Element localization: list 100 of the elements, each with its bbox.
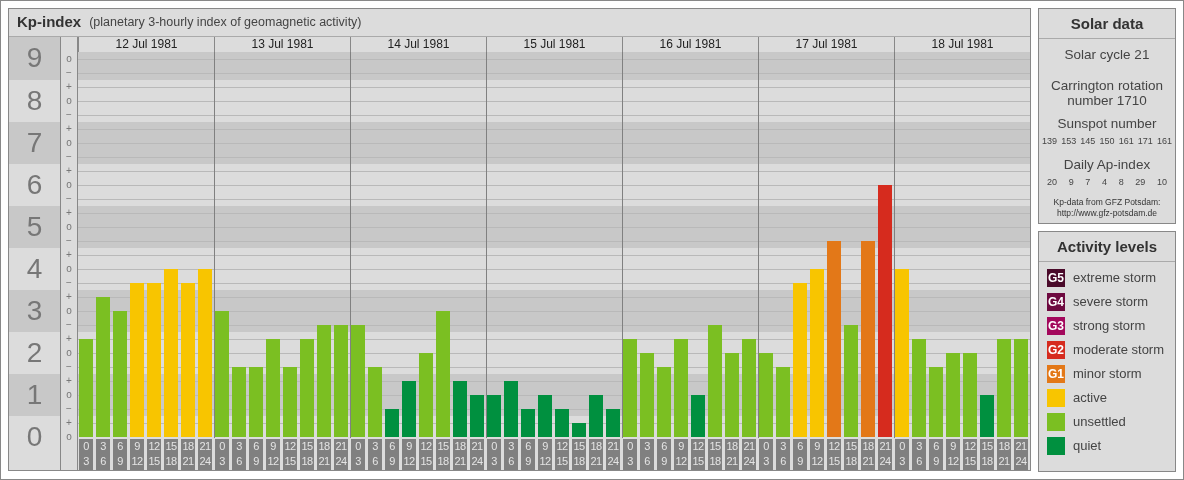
hour-label: 0 3 — [759, 439, 773, 470]
kp-bar — [402, 381, 416, 437]
kp-bar — [487, 395, 501, 437]
hour-label: 3 6 — [640, 439, 654, 470]
level-label: extreme storm — [1073, 269, 1157, 288]
level-swatch: G4 — [1047, 293, 1065, 311]
scale-number: 4 — [26, 253, 43, 284]
level-label: active — [1073, 389, 1107, 408]
hour-label: 18 21 — [725, 439, 739, 470]
scale-mark: o — [66, 305, 72, 316]
scale-mark: − — [66, 151, 72, 162]
hour-label: 12 15 — [147, 439, 161, 470]
hour-label: 3 6 — [504, 439, 518, 470]
scale-mark: o — [66, 389, 72, 400]
hour-label: 21 24 — [470, 439, 484, 470]
hour-label: 21 24 — [1014, 439, 1028, 470]
level-swatch: G5 — [1047, 269, 1065, 287]
scale-mark: − — [66, 235, 72, 246]
kp-bar — [283, 367, 297, 437]
sunspot-value: 161 — [1156, 135, 1172, 148]
hour-label: 18 21 — [589, 439, 603, 470]
hour-label: 15 18 — [300, 439, 314, 470]
scale-mark: + — [66, 249, 72, 260]
hour-label: 9 12 — [266, 439, 280, 470]
ap-value: 4 — [1101, 175, 1107, 189]
kp-bar — [555, 409, 569, 437]
kp-bar — [470, 395, 484, 437]
hour-label: 3 6 — [232, 439, 246, 470]
sunspot-value: 161 — [1118, 135, 1134, 148]
hour-label: 18 21 — [317, 439, 331, 470]
scale-mark: o — [66, 221, 72, 232]
hour-label: 9 12 — [946, 439, 960, 470]
level-swatch: G3 — [1047, 317, 1065, 335]
scale-mark: o — [66, 53, 72, 64]
source-text: Kp-data from GFZ Potsdam: — [1052, 197, 1162, 208]
scale-mark: + — [66, 123, 72, 134]
hour-label: 18 21 — [861, 439, 875, 470]
section-label: Sunspot number — [1056, 116, 1158, 131]
hour-label: 12 15 — [283, 439, 297, 470]
hour-label: 6 9 — [929, 439, 943, 470]
hour-label: 6 9 — [793, 439, 807, 470]
kp-bar — [606, 409, 620, 437]
hour-label: 21 24 — [878, 439, 892, 470]
hour-label: 15 18 — [708, 439, 722, 470]
scale-number: 0 — [26, 421, 43, 452]
hour-label: 12 15 — [691, 439, 705, 470]
hour-label: 9 12 — [402, 439, 416, 470]
kp-bar — [504, 381, 518, 437]
hour-label: 18 21 — [997, 439, 1011, 470]
hour-label: 0 3 — [895, 439, 909, 470]
kp-bar — [929, 367, 943, 437]
hour-label: 0 3 — [487, 439, 501, 470]
hour-label: 3 6 — [96, 439, 110, 470]
scale-mark: o — [66, 137, 72, 148]
level-swatch: G1 — [1047, 365, 1065, 383]
scale-mark: + — [66, 417, 72, 428]
scale-mark: − — [66, 319, 72, 330]
ap-value: 20 — [1047, 175, 1057, 189]
ap-value: 29 — [1135, 175, 1146, 189]
level-label: unsettled — [1073, 413, 1126, 432]
carrington-text: Carrington rotation number 1710 — [1050, 78, 1164, 108]
panel-title: Activity levels — [1039, 232, 1175, 262]
hour-label: 12 15 — [555, 439, 569, 470]
scale-mark: + — [66, 81, 72, 92]
sunspot-value: 139 — [1042, 135, 1058, 148]
scale-number: 1 — [26, 379, 43, 410]
kp-bar — [538, 395, 552, 437]
scale-mark: + — [66, 291, 72, 302]
scale-mark: + — [66, 207, 72, 218]
hour-label: 15 18 — [980, 439, 994, 470]
level-label: minor storm — [1073, 365, 1142, 384]
kp-bar — [385, 409, 399, 437]
level-swatch: G2 — [1047, 341, 1065, 359]
hour-label: 3 6 — [368, 439, 382, 470]
scale-mark: o — [66, 263, 72, 274]
level-label: moderate storm — [1073, 341, 1165, 360]
scale-number: 5 — [26, 211, 43, 242]
hour-label: 9 12 — [810, 439, 824, 470]
hour-label: 21 24 — [198, 439, 212, 470]
level-label: strong storm — [1073, 317, 1146, 336]
hour-label: 15 18 — [436, 439, 450, 470]
level-label: quiet — [1073, 437, 1102, 456]
level-label: severe storm — [1073, 293, 1149, 312]
scale-number: 2 — [26, 337, 43, 368]
kp-bar — [691, 395, 705, 437]
hour-label: 21 24 — [606, 439, 620, 470]
hour-label: 18 21 — [181, 439, 195, 470]
hour-label: 9 12 — [538, 439, 552, 470]
scale-mark: − — [66, 67, 72, 78]
scale-mark: − — [66, 109, 72, 120]
hour-label: 9 12 — [130, 439, 144, 470]
hour-label: 21 24 — [334, 439, 348, 470]
hour-label: 0 3 — [351, 439, 365, 470]
scale-mark: + — [66, 165, 72, 176]
kp-bar — [232, 367, 246, 437]
scale-number: 8 — [26, 85, 43, 116]
scale-number: 6 — [26, 169, 43, 200]
hour-label: 6 9 — [249, 439, 263, 470]
kp-bar — [453, 381, 467, 437]
kp-bar — [572, 423, 586, 437]
